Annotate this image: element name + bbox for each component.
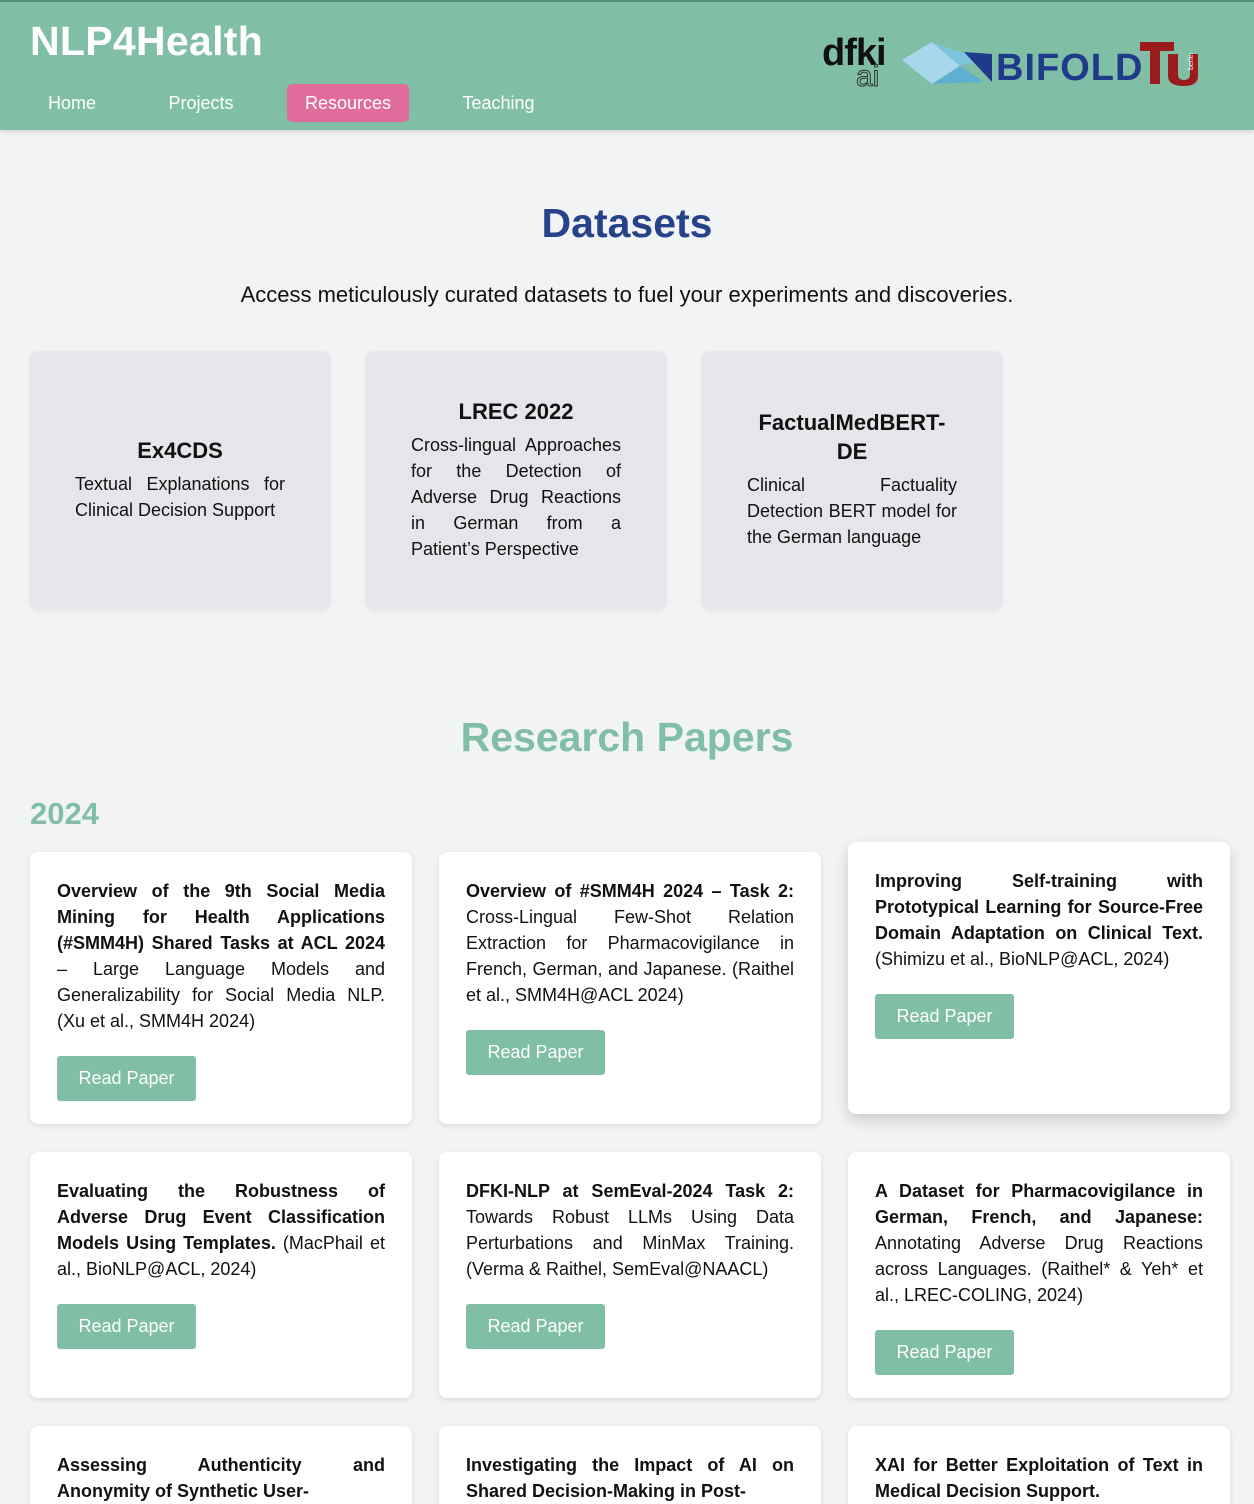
dfki-logo-ai: ai: [855, 60, 880, 93]
nav-projects[interactable]: Projects: [164, 84, 238, 122]
paper-title: Improving Self-training with Prototypica…: [875, 871, 1203, 943]
read-paper-button[interactable]: Read Paper: [875, 994, 1014, 1039]
paper-details: Annotating Adverse Drug Reactions across…: [875, 1233, 1203, 1305]
datasets-subtitle: Access meticulously curated datasets to …: [240, 282, 1014, 307]
dataset-card-factualmedbert-de[interactable]: FactualMedBERT-DE Clinical Factuality De…: [702, 351, 1002, 607]
paper-card: A Dataset for Pharmacovigilance in Germa…: [848, 1152, 1230, 1398]
site-header: NLP4Health Home Projects Resources Teach…: [0, 0, 1254, 130]
dataset-title: LREC 2022: [458, 398, 574, 424]
paper-card: XAI for Better Exploitation of Text in M…: [848, 1426, 1230, 1504]
paper-title: XAI for Better Exploitation of Text in M…: [875, 1455, 1203, 1501]
paper-card: Investigating the Impact of AI on Shared…: [439, 1426, 821, 1504]
nav-resources[interactable]: Resources: [287, 84, 409, 122]
dataset-title: Ex4CDS: [137, 437, 223, 463]
nav-teaching[interactable]: Teaching: [458, 84, 539, 122]
paper-citation: Improving Self-training with Prototypica…: [875, 868, 1203, 972]
paper-title: Overview of the 9th Social Media Mining …: [57, 881, 385, 953]
dataset-description: Textual Explanations for Clinical Decisi…: [75, 473, 285, 520]
paper-citation: Assessing Authenticity and Anonymity of …: [57, 1452, 385, 1504]
paper-citation: Overview of the 9th Social Media Mining …: [57, 878, 385, 1034]
dataset-description: Cross-lingual Approaches for the Detecti…: [411, 434, 621, 559]
paper-details: Towards Robust LLMs Using Data Perturbat…: [466, 1207, 794, 1279]
paper-card: Overview of #SMM4H 2024 – Task 2: Cross-…: [439, 852, 821, 1124]
paper-citation: XAI for Better Exploitation of Text in M…: [875, 1452, 1203, 1504]
paper-card: DFKI-NLP at SemEval-2024 Task 2: Towards…: [439, 1152, 821, 1398]
read-paper-button[interactable]: Read Paper: [466, 1030, 605, 1075]
bifold-logo-word[interactable]: BIFOLD: [996, 48, 1143, 88]
dataset-title: FactualMedBERT-DE: [758, 410, 946, 464]
datasets-title: Datasets: [541, 200, 713, 246]
read-paper-button[interactable]: Read Paper: [875, 1330, 1014, 1375]
paper-citation: Overview of #SMM4H 2024 – Task 2: Cross-…: [466, 878, 794, 1008]
paper-card: Assessing Authenticity and Anonymity of …: [30, 1426, 412, 1504]
read-paper-button[interactable]: Read Paper: [57, 1056, 196, 1101]
paper-details: – Large Language Models and Generalizabi…: [57, 959, 385, 1031]
paper-card: Improving Self-training with Prototypica…: [848, 842, 1230, 1114]
paper-citation: Evaluating the Robustness of Adverse Dru…: [57, 1178, 385, 1282]
paper-title: A Dataset for Pharmacovigilance in Germa…: [875, 1181, 1203, 1227]
dataset-description: Clinical Factuality Detection BERT model…: [747, 475, 957, 547]
paper-title: Investigating the Impact of AI on Shared…: [466, 1455, 794, 1501]
paper-card: Evaluating the Robustness of Adverse Dru…: [30, 1152, 412, 1398]
dataset-card-ex4cds[interactable]: Ex4CDS Textual Explanations for Clinical…: [30, 351, 330, 607]
read-paper-button[interactable]: Read Paper: [466, 1304, 605, 1349]
paper-citation: DFKI-NLP at SemEval-2024 Task 2: Towards…: [466, 1178, 794, 1282]
read-paper-button[interactable]: Read Paper: [57, 1304, 196, 1349]
paper-card: Overview of the 9th Social Media Mining …: [30, 852, 412, 1124]
dataset-card-lrec-2022[interactable]: LREC 2022 Cross-lingual Approaches for t…: [366, 351, 666, 607]
research-papers-title: Research Papers: [460, 714, 794, 760]
year-heading: 2024: [30, 796, 99, 831]
paper-citation: A Dataset for Pharmacovigilance in Germa…: [875, 1178, 1203, 1308]
site-brand[interactable]: NLP4Health: [30, 18, 263, 65]
paper-details: Cross-Lingual Few-Shot Relation Extracti…: [466, 907, 794, 1005]
paper-citation: Investigating the Impact of AI on Shared…: [466, 1452, 794, 1504]
paper-title: DFKI-NLP at SemEval-2024 Task 2:: [466, 1181, 794, 1201]
paper-title: Overview of #SMM4H 2024 – Task 2:: [466, 881, 794, 901]
paper-details: (Shimizu et al., BioNLP@ACL, 2024): [875, 949, 1170, 969]
bifold-logo-mark: [902, 42, 992, 84]
nav-home[interactable]: Home: [30, 84, 114, 122]
tu-berlin-small-label: berlin: [1188, 53, 1195, 70]
paper-title: Assessing Authenticity and Anonymity of …: [57, 1455, 385, 1501]
tu-berlin-logo[interactable]: berlin: [1138, 40, 1202, 88]
partner-logos: dfki ai BIFOLD berlin: [822, 32, 1232, 102]
